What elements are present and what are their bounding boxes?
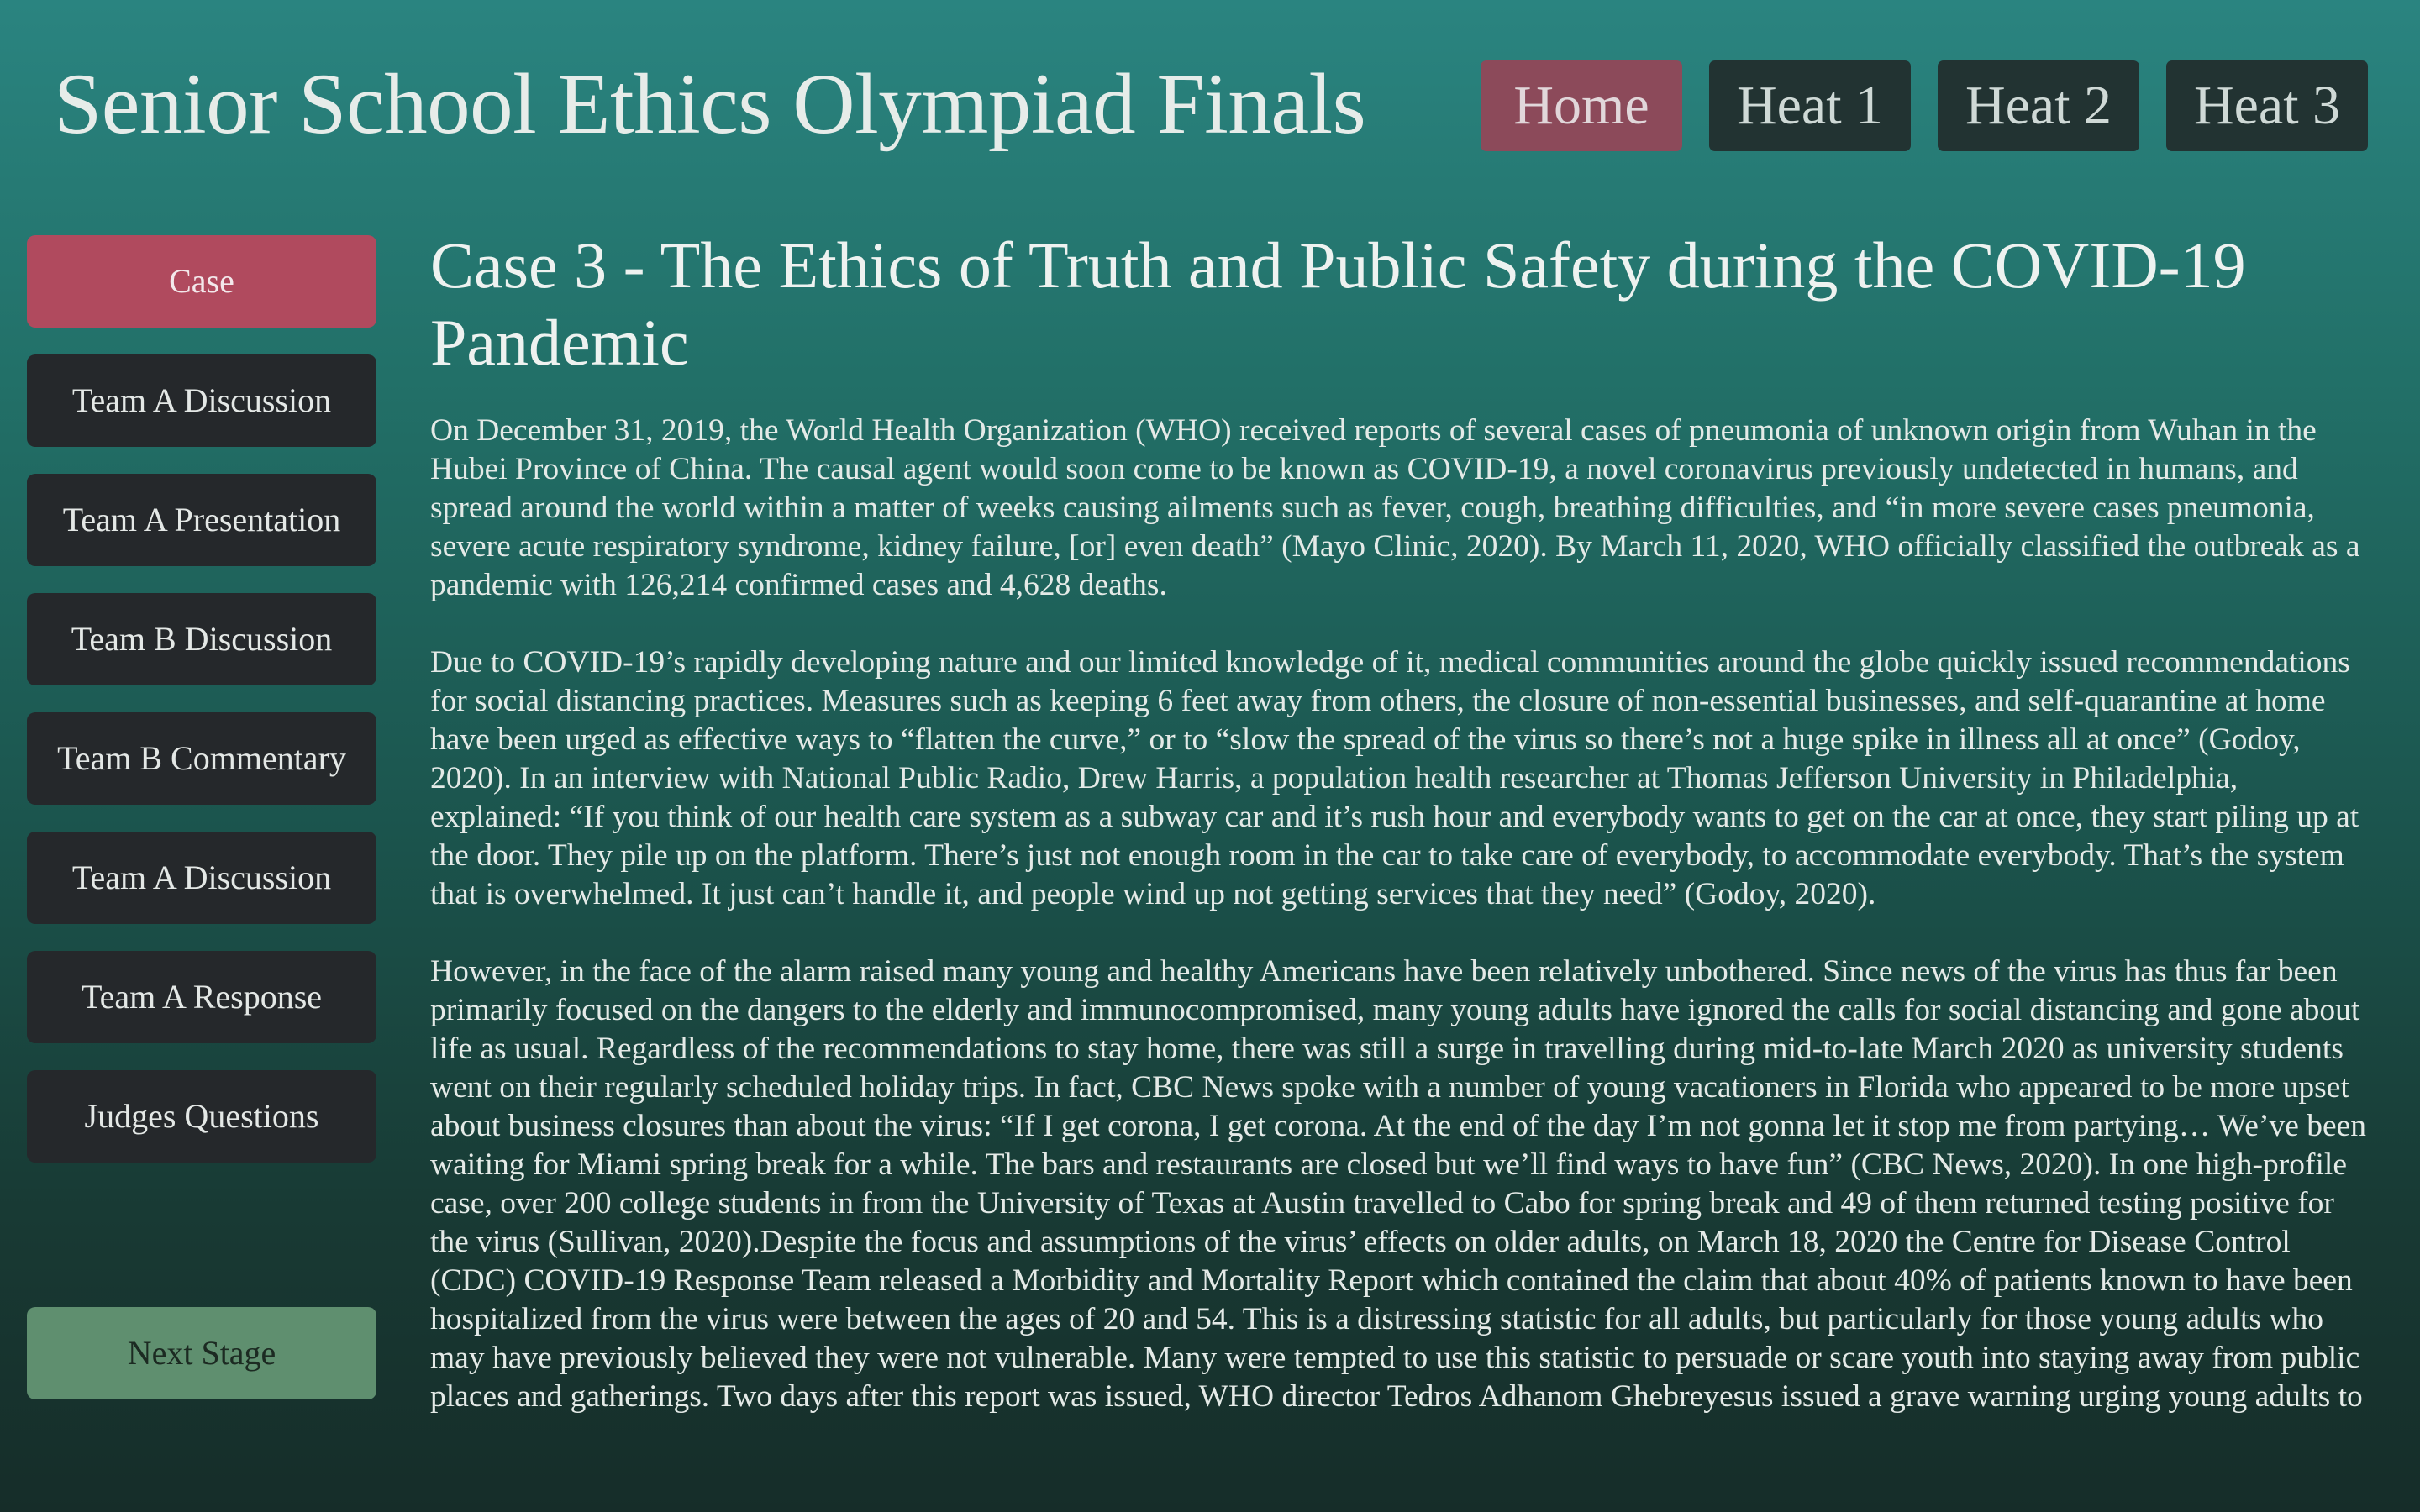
sidebar-item-case[interactable]: Case bbox=[27, 235, 376, 328]
case-title: Case 3 - The Ethics of Truth and Public … bbox=[430, 228, 2246, 379]
sidebar-item-team-a-response[interactable]: Team A Response bbox=[27, 951, 376, 1043]
case-paragraph-2: Due to COVID-19’s rapidly developing nat… bbox=[430, 645, 2360, 911]
sidebar: Case Team A Discussion Team A Presentati… bbox=[27, 235, 376, 1426]
app-title: Senior School Ethics Olympiad Finals bbox=[54, 56, 1366, 152]
sidebar-item-team-a-discussion-2[interactable]: Team A Discussion bbox=[27, 832, 376, 924]
top-nav: Home Heat 1 Heat 2 Heat 3 bbox=[1481, 60, 2368, 151]
case-paragraph-3: However, in the face of the alarm raised… bbox=[430, 954, 2366, 1414]
sidebar-item-team-b-commentary[interactable]: Team B Commentary bbox=[27, 712, 376, 805]
next-stage-button[interactable]: Next Stage bbox=[27, 1307, 376, 1399]
case-paragraph-1: On December 31, 2019, the World Health O… bbox=[430, 413, 2360, 602]
sidebar-item-team-b-discussion[interactable]: Team B Discussion bbox=[27, 593, 376, 685]
sidebar-item-team-a-presentation[interactable]: Team A Presentation bbox=[27, 474, 376, 566]
case-content: Case 3 - The Ethics of Truth and Public … bbox=[430, 227, 2371, 1487]
sidebar-item-judges-questions[interactable]: Judges Questions bbox=[27, 1070, 376, 1163]
tab-heat-3[interactable]: Heat 3 bbox=[2166, 60, 2368, 151]
tab-heat-2[interactable]: Heat 2 bbox=[1938, 60, 2139, 151]
tab-home[interactable]: Home bbox=[1481, 60, 1682, 151]
sidebar-item-team-a-discussion[interactable]: Team A Discussion bbox=[27, 354, 376, 447]
tab-heat-1[interactable]: Heat 1 bbox=[1709, 60, 1911, 151]
